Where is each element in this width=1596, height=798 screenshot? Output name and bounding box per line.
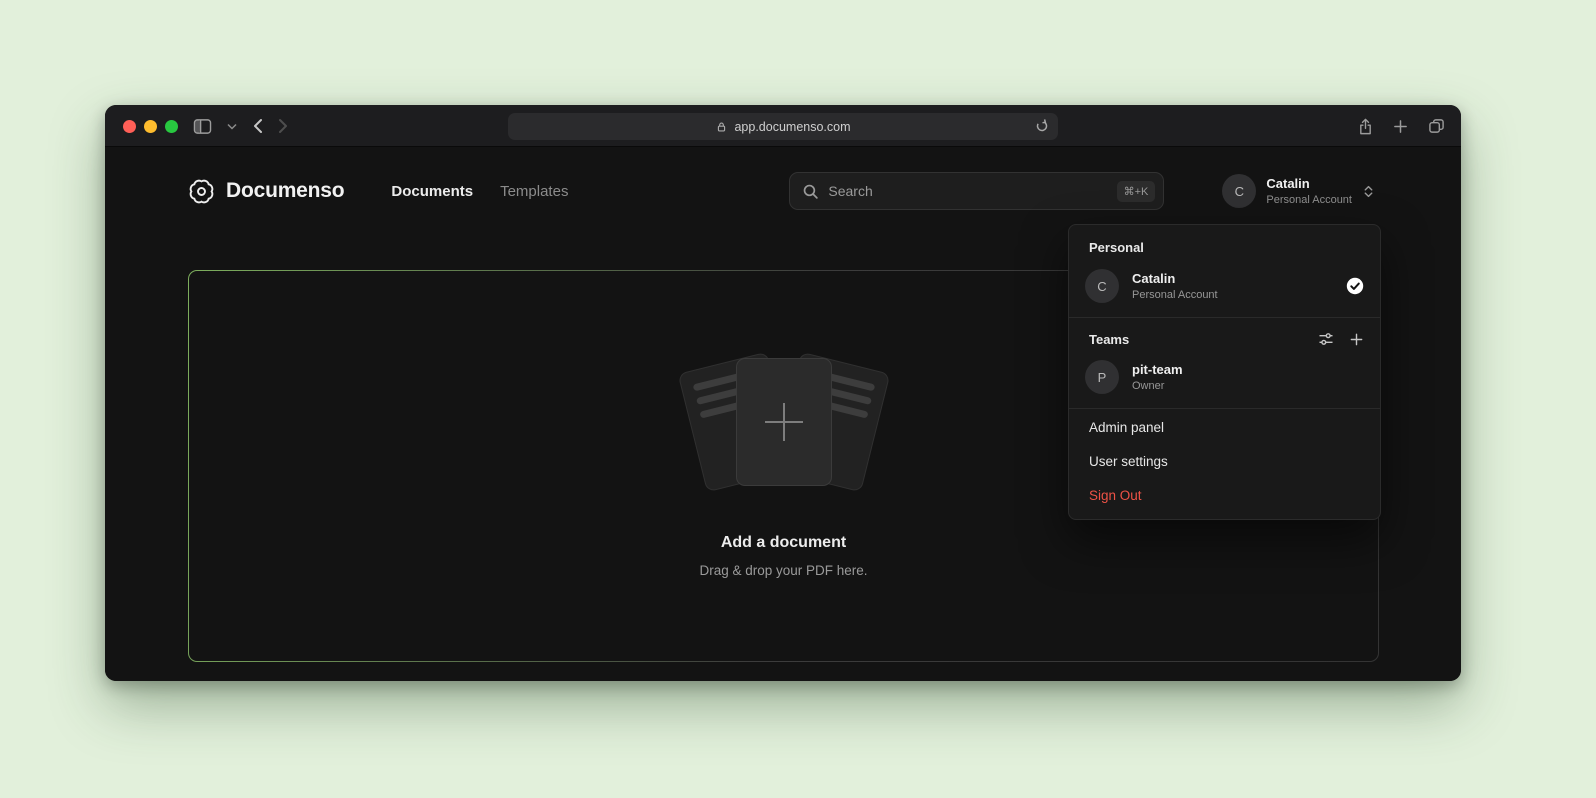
titlebar-left-controls bbox=[193, 105, 289, 147]
share-icon[interactable] bbox=[1358, 117, 1373, 136]
menu-divider bbox=[1069, 317, 1380, 318]
documenso-page: Documenso Documents Templates ⌘+K C bbox=[105, 147, 1461, 681]
search-box: ⌘+K bbox=[789, 172, 1164, 210]
close-window-button[interactable] bbox=[123, 120, 136, 133]
lock-icon bbox=[715, 120, 728, 134]
browser-window: app.documenso.com bbox=[105, 105, 1461, 681]
search-shortcut-badge: ⌘+K bbox=[1117, 181, 1156, 202]
account-dropdown-menu: Personal C Catalin Personal Account Team… bbox=[1068, 224, 1381, 520]
document-stack-illustration bbox=[669, 347, 899, 497]
account-type: Personal Account bbox=[1266, 194, 1352, 206]
personal-subtitle: Personal Account bbox=[1132, 289, 1218, 301]
minimize-window-button[interactable] bbox=[144, 120, 157, 133]
add-document-plus-icon bbox=[765, 403, 803, 441]
brand-logo[interactable]: Documenso bbox=[188, 178, 344, 205]
chevrons-up-down-icon bbox=[1362, 184, 1375, 199]
search-input[interactable] bbox=[828, 183, 1107, 199]
tab-overview-icon[interactable] bbox=[1428, 118, 1445, 134]
forward-icon[interactable] bbox=[278, 118, 289, 134]
selected-check-icon bbox=[1346, 277, 1364, 295]
personal-avatar: C bbox=[1085, 269, 1119, 303]
teams-section-header: Teams bbox=[1069, 320, 1380, 353]
tab-group-chevron-icon[interactable] bbox=[227, 123, 237, 130]
sidebar-toggle-icon[interactable] bbox=[193, 118, 212, 135]
new-tab-icon[interactable] bbox=[1393, 119, 1408, 134]
add-team-icon[interactable] bbox=[1349, 332, 1364, 347]
search-icon bbox=[802, 183, 819, 200]
nav-documents[interactable]: Documents bbox=[391, 183, 473, 200]
teams-heading: Teams bbox=[1089, 332, 1129, 347]
back-icon[interactable] bbox=[252, 118, 263, 134]
team-avatar: P bbox=[1085, 360, 1119, 394]
titlebar-right-controls bbox=[1358, 105, 1445, 147]
document-card-center bbox=[736, 358, 832, 486]
brand-name: Documenso bbox=[226, 179, 344, 203]
personal-section-heading: Personal bbox=[1069, 230, 1380, 262]
team-role: Owner bbox=[1132, 380, 1183, 392]
address-text: app.documenso.com bbox=[734, 120, 850, 134]
personal-account-item[interactable]: C Catalin Personal Account bbox=[1069, 262, 1380, 315]
team-name: pit-team bbox=[1132, 362, 1183, 377]
menu-item-admin-panel[interactable]: Admin panel bbox=[1069, 411, 1380, 445]
menu-item-sign-out[interactable]: Sign Out bbox=[1069, 479, 1380, 513]
menu-item-user-settings[interactable]: User settings bbox=[1069, 445, 1380, 479]
documenso-logo-icon bbox=[188, 178, 215, 205]
account-name: Catalin bbox=[1266, 176, 1352, 192]
team-item[interactable]: P pit-team Owner bbox=[1069, 353, 1380, 406]
nav-templates[interactable]: Templates bbox=[500, 183, 568, 200]
account-menu-trigger[interactable]: C Catalin Personal Account bbox=[1222, 174, 1375, 208]
address-bar[interactable]: app.documenso.com bbox=[508, 113, 1058, 140]
traffic-lights bbox=[123, 105, 178, 147]
manage-teams-icon[interactable] bbox=[1318, 331, 1334, 347]
dropzone-subtitle: Drag & drop your PDF here. bbox=[699, 563, 867, 578]
zoom-window-button[interactable] bbox=[165, 120, 178, 133]
menu-divider bbox=[1069, 408, 1380, 409]
primary-nav: Documents Templates bbox=[391, 183, 568, 200]
dropzone-title: Add a document bbox=[721, 534, 846, 552]
browser-titlebar: app.documenso.com bbox=[105, 105, 1461, 147]
personal-name: Catalin bbox=[1132, 271, 1218, 286]
reload-icon[interactable] bbox=[1034, 118, 1050, 134]
account-avatar: C bbox=[1222, 174, 1256, 208]
app-header: Documenso Documents Templates ⌘+K C bbox=[188, 147, 1375, 235]
